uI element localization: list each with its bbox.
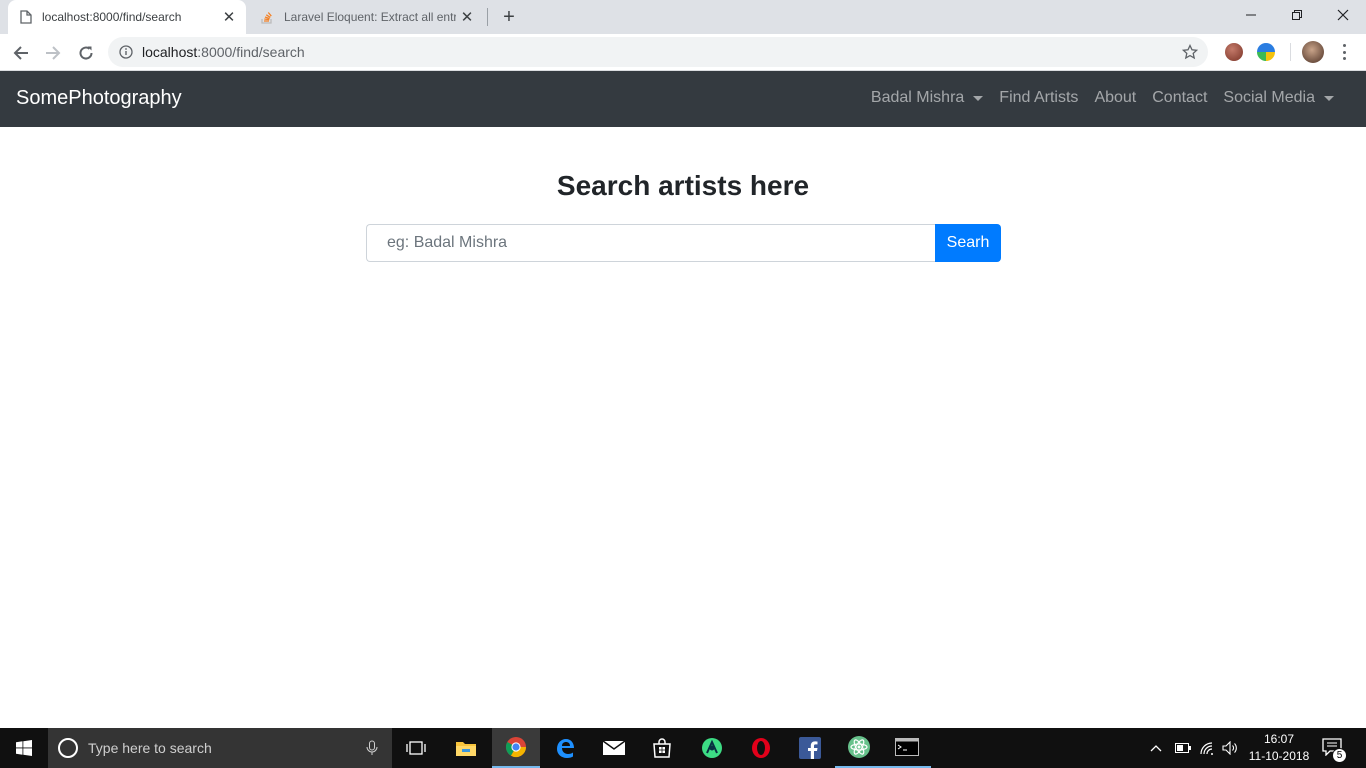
search-form: Searh bbox=[366, 224, 1001, 262]
terminal-icon bbox=[895, 738, 919, 756]
caret-down-icon bbox=[1324, 95, 1334, 101]
arrow-left-icon bbox=[13, 46, 28, 60]
browser-tab-strip: localhost:8000/find/search ✕ Laravel Elo… bbox=[0, 0, 1366, 34]
taskbar-atom[interactable] bbox=[835, 728, 883, 768]
close-window-button[interactable] bbox=[1320, 0, 1366, 30]
address-bar[interactable]: localhost:8000/find/search bbox=[108, 37, 1208, 67]
clock-time: 16:07 bbox=[1263, 732, 1295, 746]
stackoverflow-icon bbox=[261, 12, 272, 24]
brand-logo[interactable]: SomePhotography bbox=[16, 87, 182, 110]
notification-count-badge: 5 bbox=[1332, 748, 1347, 763]
taskbar-edge[interactable] bbox=[541, 728, 589, 768]
minimize-button[interactable] bbox=[1228, 0, 1274, 30]
taskbar-chrome[interactable] bbox=[492, 728, 540, 768]
show-hidden-icons-button[interactable] bbox=[1150, 728, 1162, 768]
close-icon[interactable]: ✕ bbox=[218, 6, 240, 28]
toolbar-divider bbox=[1290, 43, 1291, 61]
arrow-right-icon bbox=[46, 46, 61, 60]
task-view-icon bbox=[406, 741, 426, 755]
taskbar-file-explorer[interactable] bbox=[442, 728, 490, 768]
taskbar-android-studio[interactable] bbox=[688, 728, 736, 768]
nav-link-label: Badal Mishra bbox=[870, 89, 965, 106]
opera-icon bbox=[752, 738, 770, 758]
taskbar-mail[interactable] bbox=[590, 728, 638, 768]
tab-title: localhost:8000/find/search bbox=[42, 10, 182, 24]
search-button[interactable]: Searh bbox=[935, 224, 1001, 262]
profile-avatar[interactable] bbox=[1302, 41, 1324, 63]
close-icon bbox=[1337, 9, 1349, 21]
taskbar-store[interactable] bbox=[638, 728, 686, 768]
folder-icon bbox=[456, 742, 476, 756]
minimize-icon bbox=[1246, 14, 1256, 16]
chevron-up-icon bbox=[1150, 745, 1162, 752]
clock-date: 11-10-2018 bbox=[1248, 749, 1310, 763]
facebook-icon bbox=[799, 737, 821, 759]
url-host: localhost bbox=[142, 44, 198, 60]
nav-contact[interactable]: Contact bbox=[1144, 89, 1215, 107]
atom-icon bbox=[848, 736, 870, 758]
menu-icon[interactable] bbox=[1336, 42, 1352, 62]
reload-icon bbox=[79, 46, 93, 60]
search-input[interactable] bbox=[366, 224, 935, 262]
page-icon bbox=[20, 10, 32, 24]
microphone-icon[interactable] bbox=[366, 740, 378, 756]
edge-icon bbox=[557, 739, 574, 758]
taskbar-facebook[interactable] bbox=[786, 728, 834, 768]
windows-taskbar: Type here to search 16:07 11-10-2018 5 bbox=[0, 728, 1366, 768]
new-tab-button[interactable]: + bbox=[498, 6, 520, 28]
restore-icon bbox=[1292, 10, 1302, 20]
volume-button[interactable] bbox=[1222, 728, 1238, 768]
start-button[interactable] bbox=[0, 728, 48, 768]
caret-down-icon bbox=[973, 95, 984, 101]
taskbar-clock[interactable]: 16:07 11-10-2018 bbox=[1246, 731, 1312, 765]
site-navbar: SomePhotography Badal Mishra Find Artist… bbox=[0, 71, 1366, 127]
chrome-icon bbox=[505, 737, 527, 758]
nav-link-label: Social Media bbox=[1223, 89, 1315, 106]
task-view-button[interactable] bbox=[392, 728, 440, 768]
close-icon[interactable]: ✕ bbox=[456, 6, 478, 28]
forward-button[interactable] bbox=[40, 40, 66, 66]
info-icon[interactable] bbox=[119, 45, 133, 59]
taskbar-opera[interactable] bbox=[737, 728, 785, 768]
nav-user-dropdown[interactable]: Badal Mishra bbox=[863, 89, 991, 107]
nav-about[interactable]: About bbox=[1086, 89, 1144, 107]
back-button[interactable] bbox=[8, 40, 34, 66]
taskbar-terminal[interactable] bbox=[883, 728, 931, 768]
battery-button[interactable] bbox=[1175, 728, 1191, 768]
nav-social-media-dropdown[interactable]: Social Media bbox=[1215, 89, 1342, 107]
browser-toolbar: localhost:8000/find/search bbox=[0, 34, 1366, 71]
wifi-icon bbox=[1200, 742, 1213, 755]
reload-button[interactable] bbox=[73, 40, 99, 66]
nav-find-artists[interactable]: Find Artists bbox=[991, 89, 1086, 107]
tab-laravel-eloquent[interactable]: Laravel Eloquent: Extract all entries ✕ bbox=[248, 0, 484, 34]
url-path: :8000/find/search bbox=[197, 44, 305, 60]
android-studio-icon bbox=[702, 738, 722, 758]
battery-icon bbox=[1175, 743, 1191, 753]
extension-icon[interactable] bbox=[1257, 43, 1275, 61]
taskbar-search-placeholder: Type here to search bbox=[88, 740, 212, 756]
wifi-button[interactable] bbox=[1199, 728, 1215, 768]
restore-button[interactable] bbox=[1274, 0, 1320, 30]
tab-localhost[interactable]: localhost:8000/find/search ✕ bbox=[8, 0, 246, 34]
nav-links: Badal Mishra Find Artists About Contact … bbox=[863, 89, 1342, 107]
nav-link-label: Contact bbox=[1152, 89, 1208, 106]
windows-logo-icon bbox=[16, 740, 32, 756]
url-text: localhost:8000/find/search bbox=[142, 44, 305, 60]
nav-link-label: Find Artists bbox=[999, 89, 1079, 106]
star-icon[interactable] bbox=[1182, 44, 1198, 60]
taskbar-search[interactable]: Type here to search bbox=[48, 728, 392, 768]
store-icon bbox=[653, 738, 671, 758]
cortana-icon bbox=[58, 738, 78, 758]
tab-title: Laravel Eloquent: Extract all entries bbox=[284, 10, 456, 24]
nav-link-label: About bbox=[1094, 89, 1137, 106]
page-title: Search artists here bbox=[556, 170, 810, 201]
extension-icon[interactable] bbox=[1225, 43, 1243, 61]
speaker-icon bbox=[1222, 741, 1237, 755]
mail-icon bbox=[602, 740, 626, 755]
tab-separator bbox=[487, 8, 488, 26]
